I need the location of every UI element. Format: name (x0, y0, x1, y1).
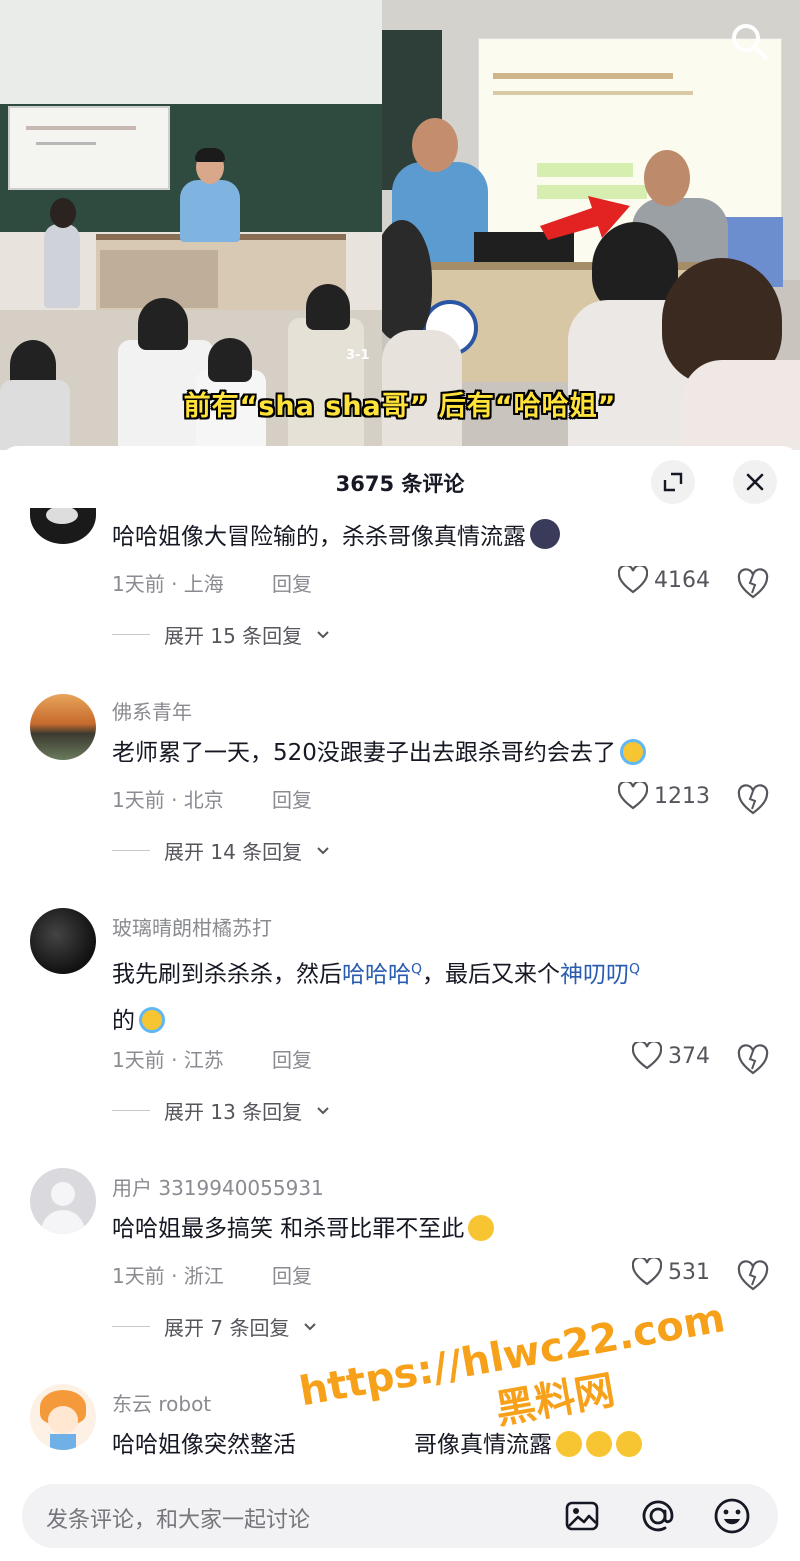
comment-username[interactable]: 东云 robot (112, 1388, 211, 1417)
expand-replies[interactable]: 展开 15 条回复 (112, 620, 330, 649)
heart-icon (632, 1258, 662, 1286)
dislike-icon[interactable] (736, 782, 770, 816)
like-count: 1213 (654, 783, 710, 809)
video-caption: 前有“sha sha哥” 后有“哈哈姐” (183, 391, 617, 422)
comment-text: 哈哈姐像大冒险输的，杀杀哥像真情流露 (112, 514, 772, 560)
comment-input-bar[interactable]: 发条评论，和大家一起讨论 (22, 1484, 778, 1548)
image-icon (565, 1501, 599, 1531)
search-link[interactable]: 神叨叨Q (560, 961, 640, 988)
like-count: 4164 (654, 567, 710, 593)
emoji-button[interactable] (712, 1496, 752, 1536)
comment-username[interactable]: 玻璃晴朗柑橘苏打 (112, 912, 272, 941)
like-count: 374 (668, 1043, 710, 1069)
chevron-down-icon (317, 846, 329, 854)
dizzy-face-emoji (616, 1431, 642, 1457)
student-figure (40, 198, 84, 308)
chevron-down-icon (317, 1106, 329, 1114)
dizzy-face-emoji (556, 1431, 582, 1457)
emoji-icon (714, 1498, 750, 1534)
tears-of-joy-emoji (139, 1006, 165, 1033)
heart-icon (618, 566, 648, 594)
avatar[interactable] (30, 1384, 96, 1450)
heart-icon (618, 782, 648, 810)
comment-text: 老师累了一天，520没跟妻子出去跟杀哥约会去了 (112, 730, 772, 776)
dizzy-face-emoji (586, 1431, 612, 1457)
chevron-down-icon (317, 630, 329, 638)
video-frame-left: 3-1 (0, 0, 382, 450)
image-button[interactable] (562, 1496, 602, 1536)
expand-sheet-button[interactable] (651, 460, 695, 504)
dislike-icon[interactable] (736, 566, 770, 600)
dislike-icon[interactable] (736, 1258, 770, 1292)
avatar[interactable] (30, 1168, 96, 1234)
expand-replies[interactable]: 展开 14 条回复 (112, 836, 330, 865)
comment-username[interactable]: 用户 3319940055931 (112, 1172, 324, 1201)
comment-time-location: 1天前 · 浙江 (112, 1264, 224, 1288)
reply-button[interactable]: 回复 (272, 1260, 312, 1289)
projector-screen (8, 106, 170, 190)
reply-button[interactable]: 回复 (272, 1044, 312, 1073)
comment-sheet-header: 3675 条评论 (0, 446, 800, 508)
avatar[interactable] (30, 694, 96, 760)
comment-time-location: 1天前 · 北京 (112, 788, 224, 812)
search-button[interactable] (728, 20, 770, 62)
at-icon (642, 1500, 674, 1532)
avatar[interactable] (30, 908, 96, 974)
chevron-down-icon (304, 1322, 317, 1330)
dislike-icon[interactable] (736, 1042, 770, 1076)
smiling-face-emoji (530, 519, 560, 549)
reply-button[interactable]: 回复 (272, 784, 312, 813)
video-player[interactable]: 3-1 前有“sha sha哥” 后有“哈哈姐” (0, 0, 800, 450)
comment-text: 哈哈姐最多搞笑 和杀哥比罪不至此 (112, 1206, 772, 1252)
expand-replies[interactable]: 展开 13 条回复 (112, 1096, 330, 1125)
tears-of-joy-emoji (619, 739, 646, 765)
comment-time-location: 1天前 · 上海 (112, 572, 224, 596)
comment-username[interactable]: 佛系青年 (112, 696, 192, 725)
search-link[interactable]: 哈哈哈Q (342, 961, 422, 988)
close-icon (746, 473, 764, 491)
mention-button[interactable] (638, 1496, 678, 1536)
teacher-figure (178, 148, 242, 242)
comment-time-location: 1天前 · 江苏 (112, 1048, 224, 1072)
like-button[interactable]: 1213 (600, 782, 710, 810)
like-count: 531 (668, 1259, 710, 1285)
like-button[interactable]: 374 (600, 1042, 710, 1070)
heart-icon (632, 1042, 662, 1070)
comment-input-placeholder[interactable]: 发条评论，和大家一起讨论 (46, 1502, 310, 1534)
video-frame-right (382, 0, 800, 450)
expand-replies[interactable]: 展开 7 条回复 (112, 1312, 317, 1341)
like-button[interactable]: 4164 (600, 566, 710, 594)
close-sheet-button[interactable] (733, 460, 777, 504)
reply-button[interactable]: 回复 (272, 568, 312, 597)
frame-counter: 3-1 (346, 348, 370, 363)
search-icon (732, 24, 768, 60)
yum-face-emoji (468, 1215, 495, 1241)
like-button[interactable]: 531 (600, 1258, 710, 1286)
comment-text: 我先刷到杀杀杀，然后哈哈哈Q，最后又来个神叨叨Q 的 (112, 961, 641, 1034)
expand-icon (663, 472, 683, 492)
